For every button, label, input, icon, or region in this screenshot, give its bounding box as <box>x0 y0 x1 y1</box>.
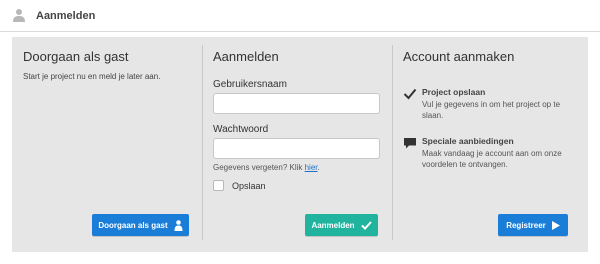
header-title: Aanmelden <box>36 10 96 22</box>
guest-button-label: Doorgaan als gast <box>98 220 168 230</box>
forgot-credentials-text: Gegevens vergeten? Klik hier. <box>213 163 320 172</box>
password-input[interactable] <box>213 138 380 159</box>
username-label: Gebruikersnaam <box>213 79 287 90</box>
checkmark-icon <box>360 220 372 230</box>
remember-label: Opslaan <box>232 181 266 191</box>
register-button[interactable]: Registreer <box>498 214 568 236</box>
checkmark-icon <box>403 88 417 100</box>
login-heading: Aanmelden <box>213 49 279 64</box>
feature-description: Vul je gegevens in om het project op te … <box>422 100 561 120</box>
user-icon <box>13 9 25 22</box>
forgot-suffix: . <box>317 163 320 172</box>
top-bar: Aanmelden <box>0 0 600 32</box>
guest-heading: Doorgaan als gast <box>23 49 129 64</box>
forgot-link[interactable]: hier <box>305 163 318 172</box>
remember-checkbox[interactable] <box>213 180 224 191</box>
login-column: Aanmelden Gebruikersnaam Wachtwoord Gege… <box>202 37 392 252</box>
account-heading: Account aanmaken <box>403 49 515 64</box>
forgot-text: Gegevens vergeten? Klik <box>213 163 305 172</box>
speech-bubble-icon <box>404 138 416 149</box>
play-arrow-icon <box>551 220 560 230</box>
register-button-label: Registreer <box>506 220 546 230</box>
username-input[interactable] <box>213 93 380 114</box>
guest-column: Doorgaan als gast Start je project nu en… <box>12 37 202 252</box>
feature-title: Project opslaan <box>422 87 486 97</box>
login-panel: Doorgaan als gast Start je project nu en… <box>12 37 588 252</box>
guest-description: Start je project nu en meld je later aan… <box>23 72 161 81</box>
login-button[interactable]: Aanmelden <box>305 214 378 236</box>
account-column: Account aanmaken Project opslaan Vul je … <box>392 37 588 252</box>
person-icon <box>174 219 183 231</box>
feature-description: Maak vandaag je account aan om onze voor… <box>422 149 562 169</box>
password-label: Wachtwoord <box>213 124 269 135</box>
login-button-label: Aanmelden <box>311 220 355 230</box>
feature-title: Speciale aanbiedingen <box>422 136 514 146</box>
continue-as-guest-button[interactable]: Doorgaan als gast <box>92 214 189 236</box>
